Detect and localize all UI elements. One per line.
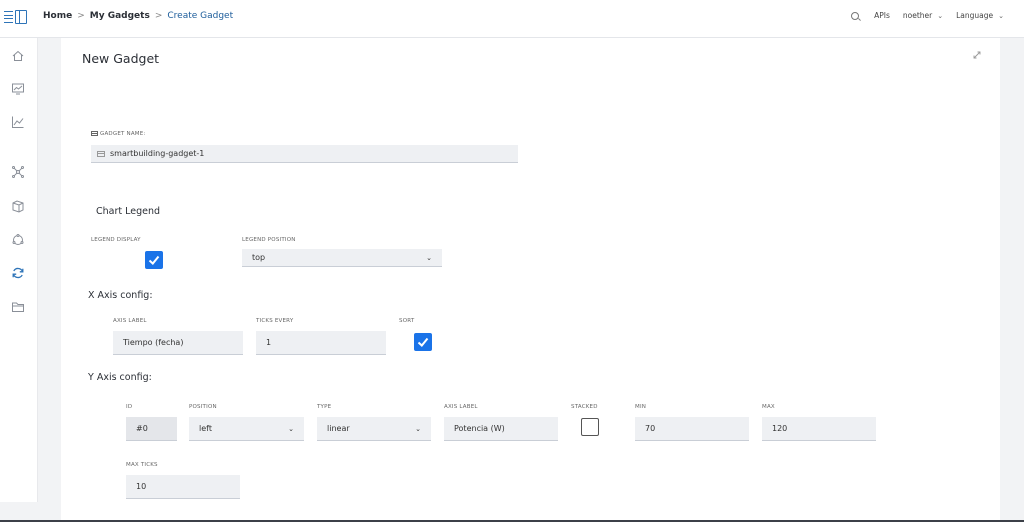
breadcrumb-home[interactable]: Home [43,11,72,21]
chevron-down-icon: ⌄ [998,11,1004,20]
page-title: New Gadget [82,51,160,66]
home-icon[interactable] [11,49,25,63]
app-logo-icon[interactable] [15,10,27,24]
y-axis-label-input[interactable]: Potencia (W) [444,417,558,441]
chevron-down-icon: ⌄ [426,253,432,262]
y-axis-label-label: AXIS LABEL [444,404,478,410]
y-position-select[interactable]: left ⌄ [189,417,304,441]
breadcrumb: Home > My Gadgets > Create Gadget [43,11,233,21]
y-max-ticks-value: 10 [136,482,147,491]
y-id-input: #0 [126,417,177,441]
chevron-down-icon: ⌄ [937,11,944,20]
y-max-input[interactable]: 120 [762,417,876,441]
y-max-value: 120 [772,424,788,433]
x-axis-heading: X Axis config: [88,290,153,301]
y-position-value: left [199,424,212,433]
y-id-label: ID [126,404,133,410]
top-bar: Home > My Gadgets > Create Gadget APIs n… [0,0,1024,38]
card-icon [97,150,105,157]
y-max-ticks-input[interactable]: 10 [126,475,240,499]
cycle-icon[interactable] [11,233,25,247]
y-type-select[interactable]: linear ⌄ [317,417,431,441]
y-id-value: #0 [136,424,148,433]
expand-icon[interactable] [973,51,981,59]
sort-label: SORT [399,318,415,324]
hamburger-menu-icon[interactable] [4,11,13,23]
network-nodes-icon[interactable] [11,165,25,179]
legend-display-checkbox[interactable] [145,251,163,269]
ticks-every-value: 1 [266,338,272,347]
y-position-label: POSITION [189,404,217,410]
chart-legend-heading: Chart Legend [96,206,161,217]
legend-position-value: top [252,253,266,262]
language-menu[interactable]: Language ⌄ [956,11,1004,20]
legend-position-select[interactable]: top ⌄ [242,249,442,267]
x-axis-label-label: AXIS LABEL [113,318,147,324]
ticks-every-label: TICKS EVERY [256,318,294,324]
y-min-value: 70 [645,424,656,433]
y-type-label: TYPE [317,404,332,410]
user-name: noether [902,11,933,20]
breadcrumb-my-gadgets[interactable]: My Gadgets [90,11,150,21]
y-type-value: linear [327,424,350,433]
y-min-input[interactable]: 70 [635,417,749,441]
cube-icon[interactable] [11,199,25,213]
apis-link[interactable]: APIs [874,11,890,20]
gadget-name-label: GADGET NAME: [91,131,145,137]
breadcrumb-separator: > [77,11,85,21]
card-icon [91,131,98,136]
gadget-form-panel: New Gadget GADGET NAME: smartbuilding-ga… [61,38,1000,522]
y-stacked-label: STACKED [571,404,598,410]
checkmark-icon [417,337,429,347]
y-max-ticks-label: MAX TICKS [126,462,158,468]
sidebar [0,38,38,502]
gadget-name-input[interactable]: smartbuilding-gadget-1 [91,145,518,163]
user-menu[interactable]: noether ⌄ [903,11,943,20]
x-axis-label-value: Tiempo (fecha) [123,338,184,347]
chevron-down-icon: ⌄ [415,424,421,433]
breadcrumb-current: Create Gadget [167,11,234,21]
checkmark-icon [148,255,160,265]
header-actions: APIs noether ⌄ Language ⌄ [851,11,1004,20]
y-stacked-checkbox[interactable] [581,418,599,436]
gadget-name-value: smartbuilding-gadget-1 [110,149,205,158]
chevron-down-icon: ⌄ [288,424,294,433]
y-axis-heading: Y Axis config: [88,372,152,383]
legend-display-label: LEGEND DISPLAY [91,237,141,243]
sort-checkbox[interactable] [414,333,432,351]
y-max-label: MAX [762,404,775,410]
search-icon[interactable] [851,11,860,20]
legend-position-label: LEGEND POSITION [242,237,296,243]
y-axis-label-value: Potencia (W) [454,424,505,433]
sync-icon[interactable] [11,266,25,280]
breadcrumb-separator: > [154,11,163,21]
x-axis-label-input[interactable]: Tiempo (fecha) [113,331,243,355]
line-chart-icon[interactable] [11,115,25,129]
y-min-label: MIN [635,404,647,410]
folder-icon[interactable] [11,300,25,314]
ticks-every-input[interactable]: 1 [256,331,386,355]
dashboard-monitor-icon[interactable] [11,82,25,96]
language-label: Language [956,11,994,20]
